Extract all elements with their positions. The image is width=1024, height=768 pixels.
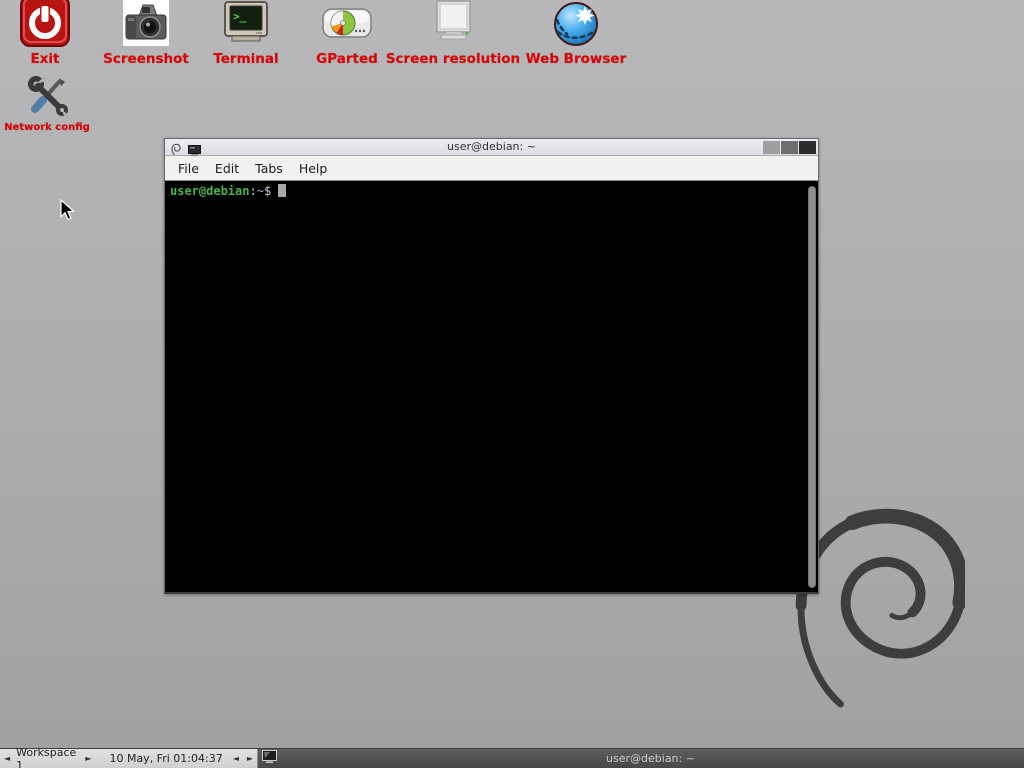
taskbar-clock: 10 May, Fri 01:04:37	[95, 752, 228, 765]
workspace-label[interactable]: Workspace 1	[14, 746, 81, 768]
terminal-window: user@debian: ~ File Edit Tabs Help user@…	[164, 138, 819, 594]
desktop-icon-network-config[interactable]: Network config	[0, 72, 94, 133]
icon-label-gparted: GParted	[316, 51, 378, 67]
window-title: user@debian: ~	[447, 140, 536, 153]
desktop-icon-screenshot[interactable]: Screenshot	[96, 0, 196, 67]
task-monitor-icon	[262, 750, 277, 767]
prompt-path: ~	[257, 184, 264, 198]
menu-file[interactable]: File	[178, 161, 199, 176]
icon-label-terminal: Terminal	[213, 51, 278, 67]
prompt-separator: :	[249, 184, 256, 198]
terminal-cursor	[278, 184, 286, 197]
shell-prompt: user@debian:~$	[170, 184, 286, 199]
terminal-crt-icon: >_	[220, 0, 272, 48]
scrollbar-thumb[interactable]	[808, 186, 816, 588]
task-button-terminal[interactable]: user@debian: ~	[277, 749, 1024, 768]
icon-label-screenshot: Screenshot	[103, 51, 189, 67]
desktop-icon-web-browser[interactable]: Web Browser	[516, 0, 636, 67]
icon-label-screen-resolution: Screen resolution	[386, 51, 520, 67]
desktop-icon-gparted[interactable]: GParted	[297, 0, 397, 67]
menu-help[interactable]: Help	[299, 161, 328, 176]
prompt-symbol: $	[264, 184, 271, 198]
terminal-menubar: File Edit Tabs Help	[165, 156, 818, 181]
menu-tabs[interactable]: Tabs	[255, 161, 283, 176]
web-browser-globe-icon	[551, 0, 601, 48]
prompt-user-host: user@debian	[170, 184, 249, 198]
pager-prev-arrow[interactable]: ◄	[229, 754, 243, 763]
menu-edit[interactable]: Edit	[215, 161, 239, 176]
icon-label-web-browser: Web Browser	[526, 51, 626, 67]
exit-power-icon	[18, 0, 72, 48]
gparted-disk-icon	[319, 0, 375, 48]
taskbar: ◄ Workspace 1 ► 10 May, Fri 01:04:37 ◄ ►…	[0, 748, 1024, 768]
workspace-next-arrow[interactable]: ►	[81, 754, 95, 763]
taskbar-task-area: user@debian: ~	[258, 749, 1024, 768]
network-config-tools-icon	[21, 72, 73, 120]
desktop-icon-screen-resolution[interactable]: Screen resolution	[383, 0, 523, 67]
desktop-icon-exit[interactable]: Exit	[0, 0, 90, 67]
mouse-cursor	[60, 199, 75, 226]
close-button[interactable]	[799, 141, 816, 154]
taskbar-left-panel: ◄ Workspace 1 ► 10 May, Fri 01:04:37 ◄ ►	[0, 749, 258, 768]
icon-label-exit: Exit	[30, 51, 59, 67]
window-menu-swirl-icon[interactable]	[171, 141, 182, 160]
window-app-icon	[188, 141, 201, 160]
camera-icon	[119, 0, 173, 48]
desktop-icon-terminal[interactable]: >_ Terminal	[196, 0, 296, 67]
window-titlebar[interactable]: user@debian: ~	[165, 139, 818, 156]
workspace-prev-arrow[interactable]: ◄	[0, 754, 14, 763]
maximize-button[interactable]	[781, 141, 798, 154]
screen-resolution-monitor-icon	[427, 0, 479, 48]
terminal-content[interactable]: user@debian:~$	[165, 181, 818, 592]
svg-text:>_: >_	[233, 10, 247, 23]
terminal-scrollbar[interactable]	[806, 181, 818, 592]
pager-next-arrow[interactable]: ►	[243, 754, 257, 763]
icon-label-network-config: Network config	[4, 122, 90, 133]
minimize-button[interactable]	[763, 141, 780, 154]
